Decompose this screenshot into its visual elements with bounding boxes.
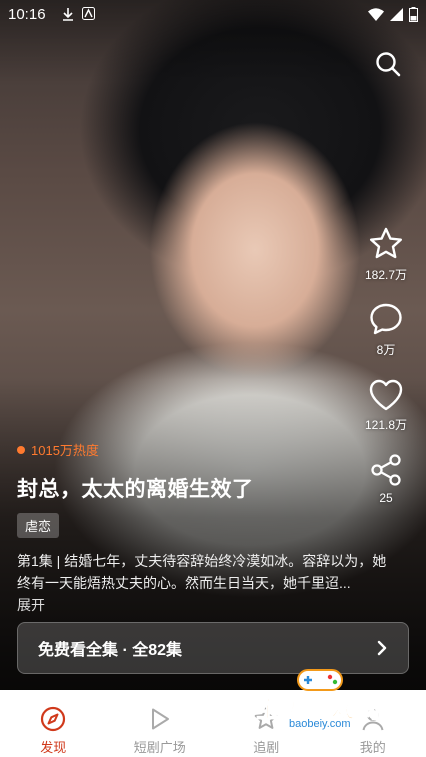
- video-info: 1015万热度 封总，太太的离婚生效了 虐恋 第1集 | 结婚七年，丈夫待容辞始…: [17, 440, 397, 615]
- watermark-url: baobeiy.com: [286, 718, 354, 730]
- comment-count: 8万: [376, 343, 396, 357]
- app-notification-icon: [82, 7, 95, 26]
- play-icon: [151, 708, 169, 730]
- battery-icon: [409, 7, 418, 27]
- download-icon: [62, 7, 74, 26]
- heart-icon: [369, 379, 403, 411]
- chevron-right-icon: [377, 640, 387, 656]
- fire-icon: [17, 445, 25, 454]
- heat-text: 1015万热度: [31, 443, 99, 458]
- search-button[interactable]: [374, 50, 402, 78]
- status-time: 10:16: [8, 6, 46, 23]
- episode-description: 第1集 | 结婚七年，丈夫待容辞始终冷漠如冰。容辞以为，她终有一天能焐热丈夫的心…: [17, 553, 387, 591]
- favorite-button[interactable]: 182.7万: [358, 226, 414, 283]
- heat-indicator: 1015万热度: [17, 440, 397, 459]
- compass-icon: [41, 706, 66, 732]
- comment-button[interactable]: 8万: [358, 301, 414, 358]
- search-icon: [376, 52, 401, 77]
- site-watermark: 宝贝游戏网 baobeiy.com: [256, 666, 386, 744]
- nav-drama-square[interactable]: 短剧广场: [107, 690, 214, 757]
- star-icon: [370, 227, 402, 259]
- nav-label-drama-square: 短剧广场: [133, 740, 186, 755]
- like-button[interactable]: 121.8万: [358, 378, 414, 433]
- genre-tag[interactable]: 虐恋: [17, 513, 60, 538]
- nav-discover[interactable]: 发现: [0, 690, 107, 757]
- like-count: 121.8万: [364, 418, 408, 432]
- wifi-icon: [368, 8, 384, 26]
- expand-link[interactable]: 展开: [17, 595, 397, 615]
- watch-all-label: 免费看全集 · 全82集: [38, 642, 183, 659]
- favorite-count: 182.7万: [364, 268, 408, 282]
- comment-icon: [370, 303, 402, 335]
- status-bar: 10:16: [0, 0, 426, 30]
- nav-label-discover: 发现: [40, 740, 67, 755]
- drama-title[interactable]: 封总，太太的离婚生效了: [17, 473, 397, 503]
- signal-icon: [390, 8, 403, 26]
